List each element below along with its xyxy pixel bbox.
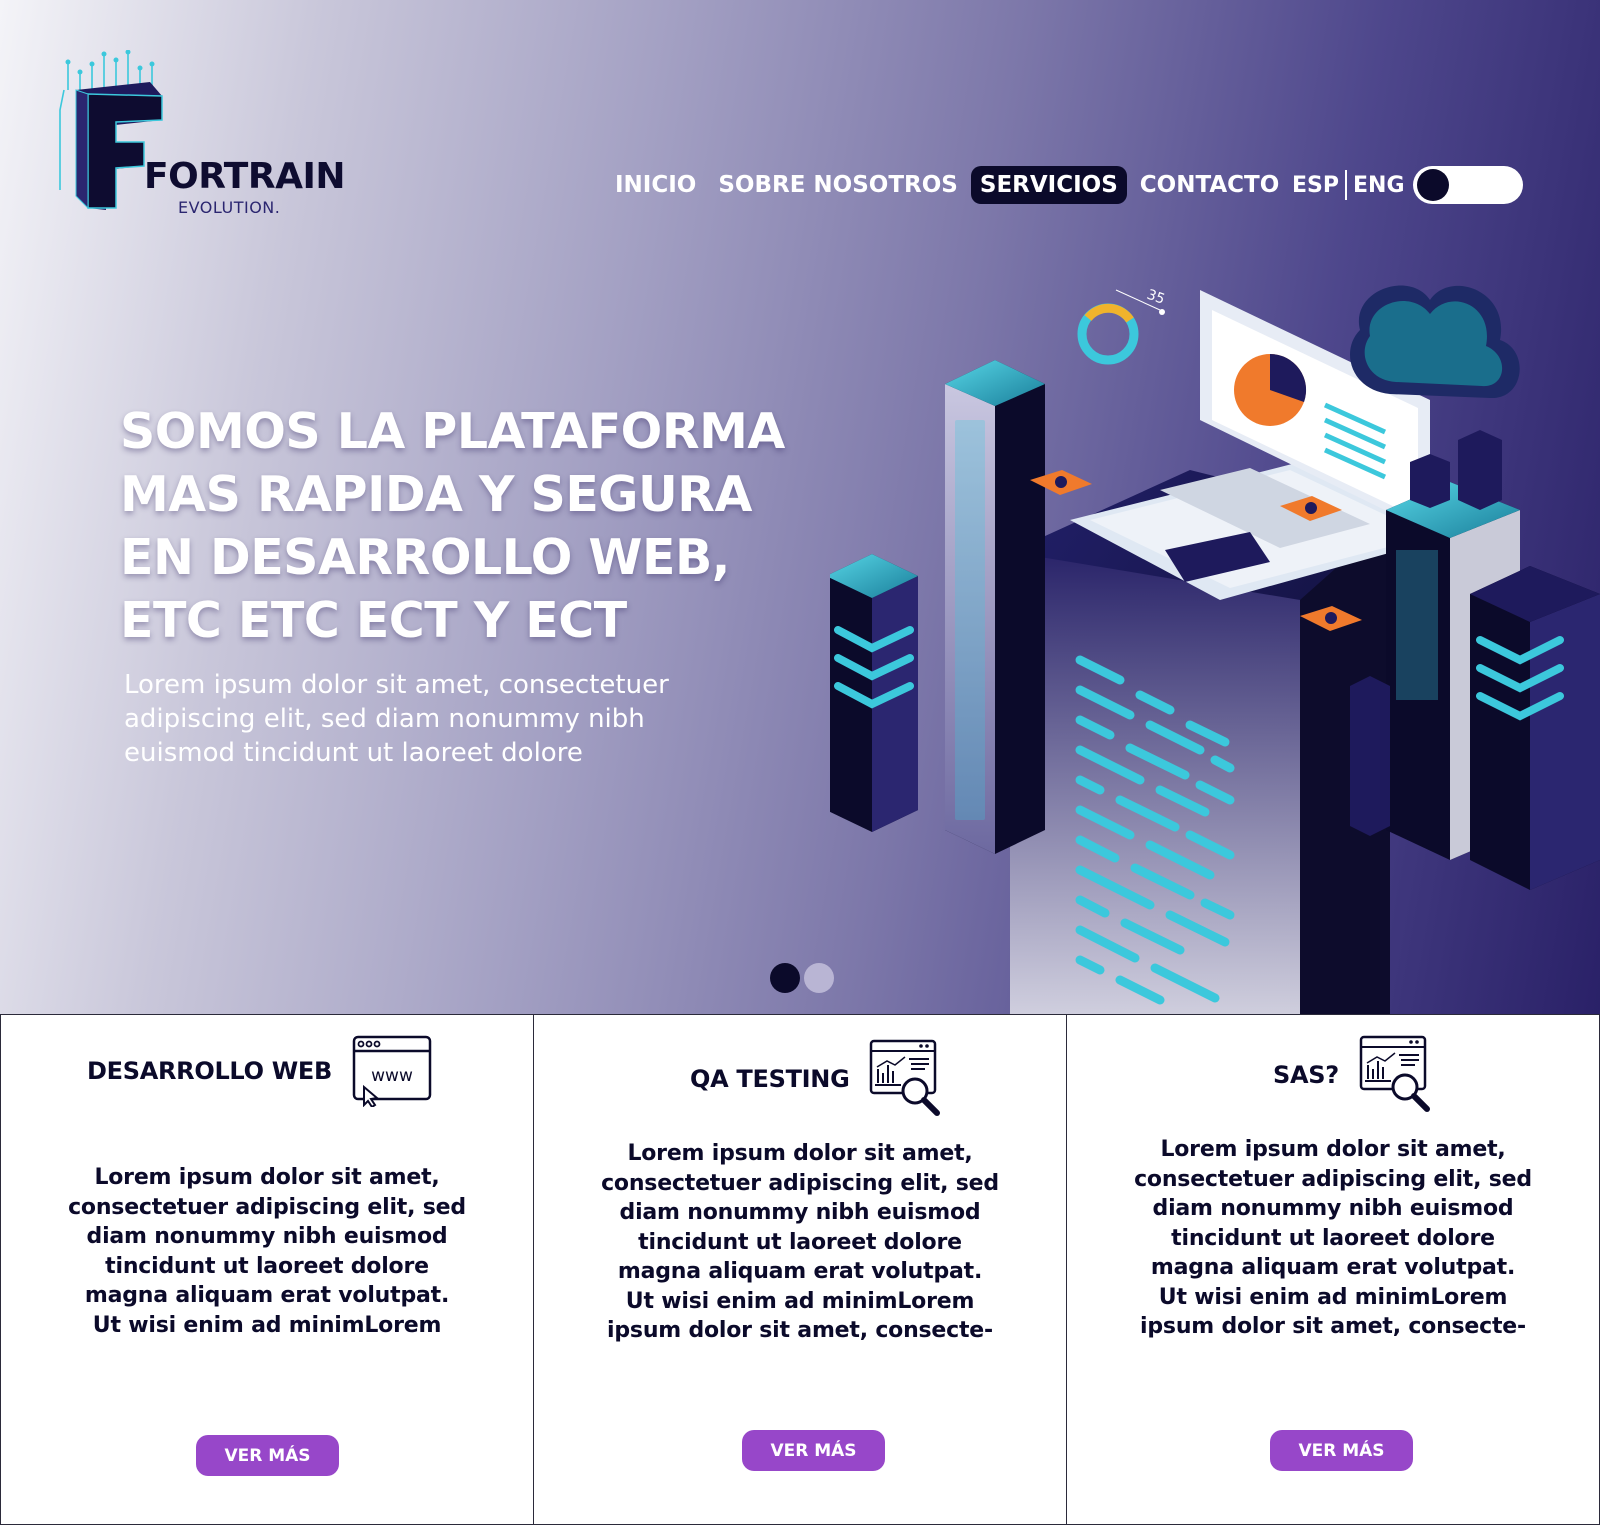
service-card-title: QA TESTING [690, 1065, 850, 1093]
hero-subtitle-line: Lorem ipsum dolor sit amet, consectetuer [124, 670, 669, 700]
service-card-qa-testing: QA TESTING Lorem ipsum dolor sit amet, c… [533, 1015, 1066, 1524]
service-card-title: SAS? [1273, 1061, 1339, 1089]
description-line: tincidunt ut laoreet dolore [638, 1229, 962, 1255]
service-card-header: QA TESTING [690, 1039, 949, 1119]
carousel-dots [770, 963, 838, 993]
nav-item-contacto[interactable]: CONTACTO [1131, 166, 1289, 204]
hero-title-line: MAS RAPIDA Y SEGURA [120, 466, 752, 523]
language-switcher: ESP ENG [1292, 166, 1523, 204]
description-line: tincidunt ut laoreet dolore [105, 1253, 429, 1279]
brand-logo[interactable]: FORTRAIN EVOLUTION. [58, 50, 358, 220]
description-line: consectetuer adipiscing elit, sed [68, 1194, 466, 1220]
service-card-sas: SAS? Lorem ipsum dolor sit amet, consect… [1066, 1015, 1600, 1524]
nav-item-servicios[interactable]: SERVICIOS [970, 166, 1127, 204]
description-line: Ut wisi enim ad minimLorem [1158, 1284, 1508, 1310]
ver-mas-button[interactable]: VER MÁS [742, 1430, 885, 1471]
description-line: magna aliquam erat volutpat. [617, 1259, 983, 1284]
description-line: Lorem ipsum dolor sit amet, [94, 1165, 440, 1190]
browser-www-icon: www [352, 1035, 432, 1107]
ver-mas-button[interactable]: VER MÁS [196, 1435, 339, 1476]
service-card-header: SAS? [1273, 1035, 1439, 1115]
hero-title-line: EN DESARROLLO WEB, [120, 529, 730, 586]
description-line: Lorem ipsum dolor sit amet, [1160, 1137, 1506, 1162]
www-icon-text: www [371, 1066, 413, 1086]
brand-tagline: EVOLUTION. [178, 198, 281, 217]
description-line: ipsum dolor sit amet, consecte- [1140, 1314, 1526, 1339]
brand-name: FORTRAIN [144, 156, 345, 197]
description-line: magna aliquam erat volutpat. [1150, 1255, 1516, 1280]
ver-mas-button[interactable]: VER MÁS [1270, 1430, 1413, 1471]
toggle-knob [1416, 169, 1449, 201]
description-line: ipsum dolor sit amet, consecte- [607, 1318, 993, 1343]
analytics-search-icon [870, 1039, 941, 1116]
service-card-header: DESARROLLO WEB www [87, 1035, 432, 1107]
service-card-desarrollo-web: DESARROLLO WEB www Lorem ipsum dolor sit… [0, 1015, 533, 1524]
nav-item-inicio[interactable]: INICIO [606, 166, 705, 204]
nav-item-sobre-nosotros[interactable]: SOBRE NOSOTROS [709, 166, 967, 204]
hero-title-line: ETC ETC ECT Y ECT [120, 592, 627, 649]
description-line: Lorem ipsum dolor sit amet, [627, 1141, 973, 1166]
isometric-city-illustration: 35 [830, 285, 1600, 1014]
main-nav: INICIO SOBRE NOSOTROS SERVICIOS CONTACTO [606, 162, 1288, 208]
language-toggle[interactable] [1412, 166, 1523, 204]
description-line: diam nonummy nibh euismod [1152, 1196, 1514, 1221]
description-line: Ut wisi enim ad minimLorem [92, 1312, 442, 1338]
service-card-title: DESARROLLO WEB [87, 1057, 332, 1085]
hero-subtitle: Lorem ipsum dolor sit amet, consectetuer… [124, 668, 764, 770]
description-line: diam nonummy nibh euismod [86, 1224, 448, 1249]
description-line: diam nonummy nibh euismod [619, 1200, 981, 1225]
hero-section: FORTRAIN EVOLUTION. INICIO SOBRE NOSOTRO… [0, 0, 1600, 1014]
lang-eng[interactable]: ENG [1353, 173, 1405, 198]
service-card-description: Lorem ipsum dolor sit amet, consectetuer… [1, 1163, 533, 1340]
description-line: Ut wisi enim ad minimLorem [625, 1288, 975, 1314]
description-line: magna aliquam erat volutpat. [84, 1283, 450, 1308]
hero-subtitle-line: euismod tincidunt ut laoreet dolore [124, 738, 583, 768]
hero-subtitle-line: adipiscing elit, sed diam nonummy nibh [124, 704, 645, 734]
hero-title: SOMOS LA PLATAFORMA MAS RAPIDA Y SEGURA … [120, 400, 820, 652]
carousel-dot-2[interactable] [804, 963, 834, 993]
service-card-description: Lorem ipsum dolor sit amet, consectetuer… [534, 1139, 1066, 1346]
carousel-dot-1[interactable] [770, 963, 800, 993]
description-line: consectetuer adipiscing elit, sed [601, 1170, 999, 1196]
description-line: consectetuer adipiscing elit, sed [1134, 1166, 1532, 1192]
description-line: tincidunt ut laoreet dolore [1171, 1225, 1495, 1251]
lang-esp[interactable]: ESP [1292, 173, 1339, 198]
analytics-search-icon [1359, 1035, 1430, 1112]
service-card-description: Lorem ipsum dolor sit amet, consectetuer… [1067, 1135, 1599, 1342]
hero-title-line: SOMOS LA PLATAFORMA [120, 403, 785, 460]
lang-divider [1345, 170, 1347, 200]
services-section: DESARROLLO WEB www Lorem ipsum dolor sit… [0, 1014, 1600, 1525]
